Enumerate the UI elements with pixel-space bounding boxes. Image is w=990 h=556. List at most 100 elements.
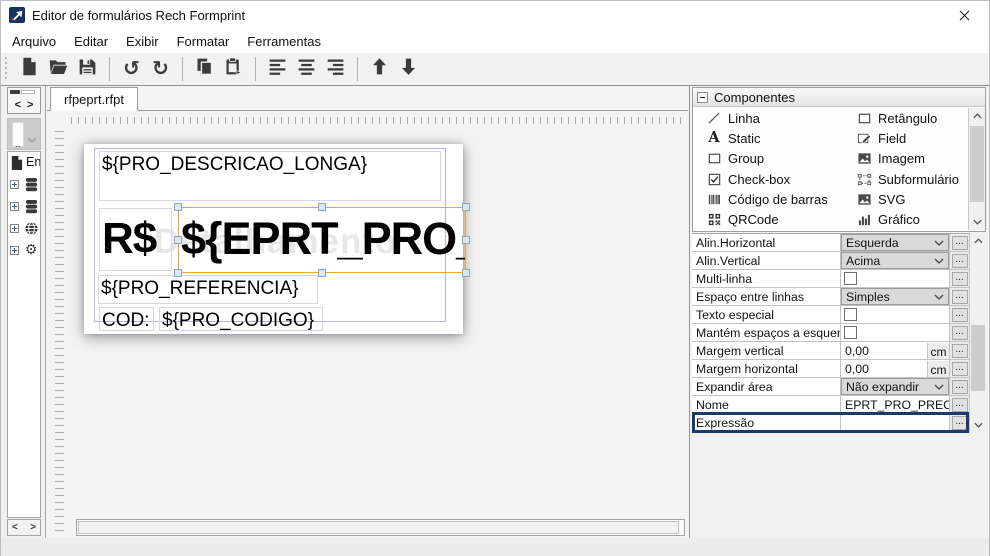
new-file-button[interactable] <box>15 56 44 83</box>
scroll-down-icon[interactable] <box>970 417 986 433</box>
component-check-box[interactable]: Check-box <box>706 169 856 189</box>
panel-divider[interactable] <box>689 86 690 538</box>
selection-handle[interactable] <box>462 269 470 277</box>
property-dropdown[interactable]: Esquerda <box>841 234 949 251</box>
property-more-cell: ... <box>949 378 969 395</box>
component-group[interactable]: Group <box>706 149 856 169</box>
ellipsis-button[interactable]: ... <box>952 416 968 430</box>
selection-handle[interactable] <box>174 203 182 211</box>
ellipsis-button[interactable]: ... <box>952 362 968 376</box>
align-left-button[interactable] <box>263 56 292 83</box>
ellipsis-button[interactable]: ... <box>952 326 968 340</box>
menu-exibir[interactable]: Exibir <box>117 31 168 52</box>
component-ret-ngulo[interactable]: Retângulo <box>856 108 968 128</box>
field-pro-codigo[interactable]: ${PRO_CODIGO} <box>159 307 323 331</box>
component-imagem[interactable]: Imagem <box>856 149 968 169</box>
form-page[interactable]: Detalhamento ${PRO_DESCRICAO_LONGA}R$${E… <box>84 144 463 334</box>
expand-icon[interactable] <box>10 246 19 255</box>
component-qrcode[interactable]: QRCode <box>706 210 856 230</box>
tree-root[interactable]: Ent <box>8 152 40 173</box>
component-gr-fico[interactable]: Gráfico <box>856 210 968 230</box>
undo-button[interactable]: ↺ <box>117 56 146 83</box>
ellipsis-button[interactable]: ... <box>952 254 968 268</box>
tree-node-gear-3[interactable]: ⚙ <box>8 239 40 261</box>
gear-icon: ⚙ <box>23 242 39 258</box>
property-value[interactable]: 0,00 <box>841 362 927 376</box>
align-center-icon <box>296 56 317 82</box>
static-rs[interactable]: R$ <box>99 208 172 271</box>
ellipsis-button[interactable]: ... <box>952 236 968 250</box>
move-up-button[interactable] <box>365 56 394 83</box>
dock-next-button[interactable]: > <box>27 99 33 111</box>
move-down-button[interactable] <box>394 56 423 83</box>
ellipsis-button[interactable]: ... <box>952 272 968 286</box>
tree-node-database-1[interactable] <box>8 195 40 217</box>
scroll-down-icon[interactable] <box>969 214 985 230</box>
ellipsis-button[interactable]: ... <box>952 398 968 412</box>
property-dropdown[interactable]: Não expandir <box>841 378 949 395</box>
menu-arquivo[interactable]: Arquivo <box>3 31 65 52</box>
scrollbar-thumb[interactable] <box>971 325 985 391</box>
tab-rfpeprt[interactable]: rfpeprt.rfpt <box>50 87 138 111</box>
align-center-button[interactable] <box>292 56 321 83</box>
property-dropdown[interactable]: Acima <box>841 252 949 269</box>
ellipsis-button[interactable]: ... <box>952 344 968 358</box>
menu-editar[interactable]: Editar <box>65 31 117 52</box>
dock-horizontal-scrollbar[interactable]: < > <box>7 519 41 536</box>
ellipsis-button[interactable]: ... <box>952 380 968 394</box>
expand-icon[interactable] <box>10 180 19 189</box>
component-label: Group <box>728 151 764 166</box>
dock-combo-button[interactable]: .. <box>12 122 24 147</box>
field-pro-descricao-longa[interactable]: ${PRO_DESCRICAO_LONGA} <box>99 151 441 201</box>
scroll-up-icon[interactable] <box>970 233 986 249</box>
copy-button[interactable] <box>190 56 219 83</box>
component-field[interactable]: Field <box>856 128 968 148</box>
scroll-left-icon[interactable]: < <box>12 522 18 533</box>
canvas-horizontal-scrollbar[interactable] <box>76 519 685 536</box>
scrollbar-thumb[interactable] <box>78 521 679 534</box>
ellipsis-button[interactable]: ... <box>952 290 968 304</box>
scroll-up-icon[interactable] <box>969 108 985 124</box>
properties-scrollbar[interactable] <box>969 233 986 433</box>
selection-handle[interactable] <box>174 236 182 244</box>
scroll-right-icon[interactable]: > <box>30 522 36 533</box>
open-folder-button[interactable] <box>44 56 73 83</box>
property-value[interactable]: 0,00 <box>841 344 927 358</box>
expand-icon[interactable] <box>10 202 19 211</box>
property-checkbox[interactable] <box>844 272 857 285</box>
property-checkbox[interactable] <box>844 326 857 339</box>
property-checkbox[interactable] <box>844 308 857 321</box>
dock-prev-button[interactable]: < <box>15 99 21 111</box>
components-scrollbar[interactable] <box>968 108 985 230</box>
expand-icon[interactable] <box>10 224 19 233</box>
property-dropdown[interactable]: Simples <box>841 288 949 305</box>
tree-node-database-0[interactable] <box>8 173 40 195</box>
menu-ferramentas[interactable]: Ferramentas <box>238 31 330 52</box>
tree-node-globe-2[interactable] <box>8 217 40 239</box>
paste-button[interactable] <box>219 56 248 83</box>
align-right-button[interactable] <box>321 56 350 83</box>
property-value[interactable]: EPRT_PRO_PRECO... <box>841 398 949 412</box>
selection-handle[interactable] <box>318 203 326 211</box>
component-static[interactable]: AStatic <box>706 128 856 148</box>
save-button[interactable] <box>73 56 102 83</box>
component-c-digo-de-barras[interactable]: Código de barras <box>706 189 856 209</box>
selection-handle[interactable] <box>318 269 326 277</box>
field-eprt-pro-preco[interactable]: ${EPRT_PRO_PRECO} <box>178 207 466 273</box>
close-icon[interactable] <box>947 3 981 27</box>
collapse-icon[interactable] <box>697 92 708 103</box>
selection-handle[interactable] <box>174 269 182 277</box>
static-cod[interactable]: COD: <box>99 307 154 331</box>
component-linha[interactable]: Linha <box>706 108 856 128</box>
components-header[interactable]: Componentes <box>693 88 985 107</box>
menu-formatar[interactable]: Formatar <box>168 31 239 52</box>
selection-handle[interactable] <box>462 203 470 211</box>
ellipsis-button[interactable]: ... <box>952 308 968 322</box>
scrollbar-thumb[interactable] <box>970 126 984 202</box>
selection-handle[interactable] <box>462 236 470 244</box>
field-pro-referencia[interactable]: ${PRO_REFERENCIA} <box>98 275 318 304</box>
redo-button[interactable]: ↻ <box>146 56 175 83</box>
dock-collapsed-combo[interactable]: .. <box>7 118 41 150</box>
component-subformul-rio[interactable]: Subformulário <box>856 169 968 189</box>
component-svg[interactable]: SVG <box>856 189 968 209</box>
